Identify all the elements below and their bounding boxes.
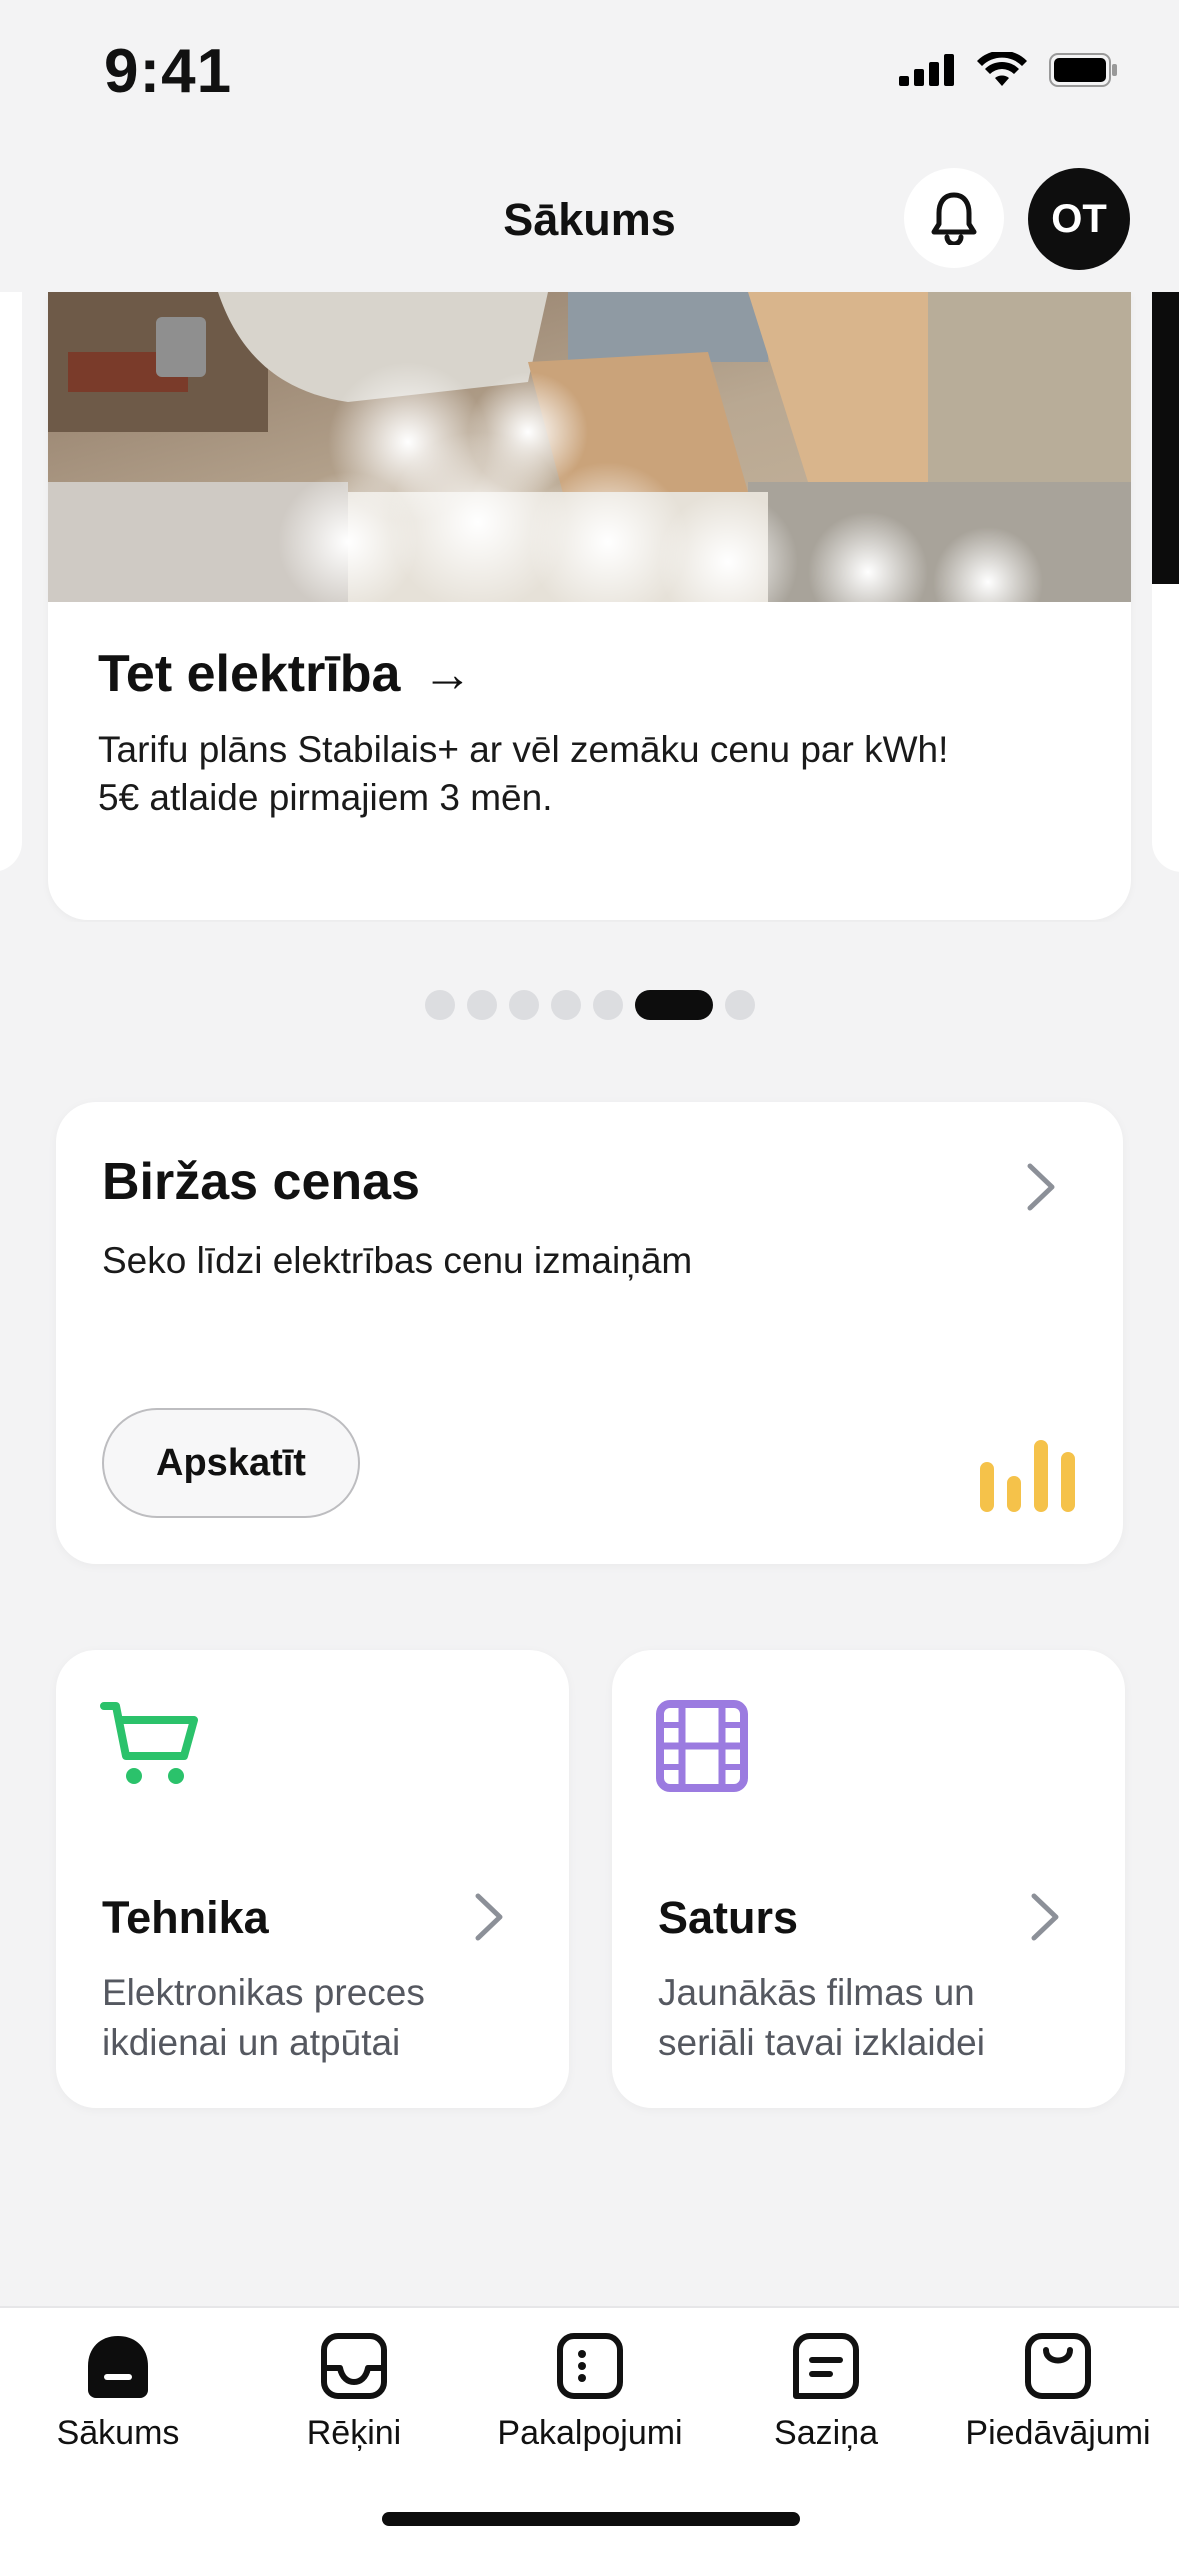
carousel-prev-card[interactable] xyxy=(0,292,22,872)
tile-saturs[interactable]: Saturs Jaunākās filmas un seriāli tavai … xyxy=(612,1650,1125,2108)
chat-icon xyxy=(793,2333,859,2399)
promo-image xyxy=(48,292,1131,602)
tab-label: Piedāvājumi xyxy=(965,2414,1151,2452)
market-prices-title: Biržas cenas xyxy=(102,1153,420,1211)
home-icon xyxy=(88,2336,148,2398)
tab-pakalpojumi[interactable]: Pakalpojumi xyxy=(472,2330,708,2453)
pagination-dot[interactable] xyxy=(592,990,623,1020)
tile-description-line: seriāli tavai izklaidei xyxy=(658,2022,985,2063)
cart-icon xyxy=(100,1702,198,1784)
carousel-pagination[interactable] xyxy=(0,990,1179,1020)
promo-title: Tet elektrība xyxy=(98,645,401,703)
promo-text: Tarifu plāns Stabilais+ ar vēl zemāku ce… xyxy=(98,726,1098,822)
tile-description-line: Elektronikas preces xyxy=(102,1972,425,2013)
inbox-icon xyxy=(321,2333,387,2399)
tile-title: Tehnika xyxy=(102,1892,269,1943)
notifications-button[interactable] xyxy=(904,168,1004,268)
tab-sazina[interactable]: Saziņa xyxy=(708,2330,944,2453)
app-header: Sākums OT xyxy=(0,150,1179,292)
chevron-right-icon xyxy=(1027,1163,1055,1211)
bar-chart-icon xyxy=(980,1440,1075,1512)
arrow-right-icon: → xyxy=(422,646,473,702)
wifi-icon xyxy=(977,52,1027,86)
status-time: 9:41 xyxy=(104,37,233,106)
tile-tehnika[interactable]: Tehnika Elektronikas preces ikdienai un … xyxy=(56,1650,569,2108)
pagination-dot[interactable] xyxy=(724,990,755,1020)
film-icon xyxy=(656,1700,748,1792)
promo-title-link[interactable]: Tet elektrība → xyxy=(98,644,472,704)
market-prices-card[interactable]: Biržas cenas Seko līdzi elektrības cenu … xyxy=(56,1102,1123,1564)
battery-icon xyxy=(1049,53,1117,87)
status-icons xyxy=(899,52,1119,88)
tab-label: Saziņa xyxy=(774,2414,878,2452)
tab-label: Sākums xyxy=(56,2414,180,2452)
pagination-dot-active[interactable] xyxy=(634,990,713,1020)
bag-icon xyxy=(1025,2333,1091,2399)
pagination-dot[interactable] xyxy=(508,990,539,1020)
market-prices-subtitle: Seko līdzi elektrības cenu izmaiņām xyxy=(102,1240,693,1281)
promo-carousel[interactable]: Tet elektrība → Tarifu plāns Stabilais+ … xyxy=(0,292,1179,922)
bell-icon xyxy=(931,192,977,245)
pagination-dot[interactable] xyxy=(466,990,497,1020)
pagination-dot[interactable] xyxy=(550,990,581,1020)
tab-rekini[interactable]: Rēķini xyxy=(236,2330,472,2453)
services-icon xyxy=(557,2333,623,2399)
pagination-dot[interactable] xyxy=(424,990,455,1020)
promo-text-line: Tarifu plāns Stabilais+ ar vēl zemāku ce… xyxy=(98,729,949,770)
avatar[interactable]: OT xyxy=(1028,168,1130,270)
promo-text-line: 5€ atlaide pirmajiem 3 mēn. xyxy=(98,777,553,818)
tile-description-line: ikdienai un atpūtai xyxy=(102,2022,401,2063)
tab-piedavajumi[interactable]: Piedāvājumi xyxy=(940,2330,1176,2453)
tile-title: Saturs xyxy=(658,1892,799,1943)
tile-description-line: Jaunākās filmas un xyxy=(658,1972,975,2013)
tile-description: Jaunākās filmas un seriāli tavai izklaid… xyxy=(658,1968,1088,2068)
signal-icon xyxy=(899,54,954,86)
tile-description: Elektronikas preces ikdienai un atpūtai xyxy=(102,1968,532,2068)
home-indicator[interactable] xyxy=(382,2512,800,2526)
chevron-right-icon xyxy=(1031,1893,1059,1941)
chevron-right-icon xyxy=(475,1893,503,1941)
tab-sakums[interactable]: Sākums xyxy=(0,2330,236,2453)
carousel-next-card[interactable] xyxy=(1152,292,1179,872)
status-bar: 9:41 xyxy=(0,0,1179,150)
tab-label: Rēķini xyxy=(306,2414,402,2452)
promo-card[interactable]: Tet elektrība → Tarifu plāns Stabilais+ … xyxy=(48,292,1131,920)
view-button[interactable]: Apskatīt xyxy=(102,1408,360,1518)
tab-label: Pakalpojumi xyxy=(497,2414,683,2452)
